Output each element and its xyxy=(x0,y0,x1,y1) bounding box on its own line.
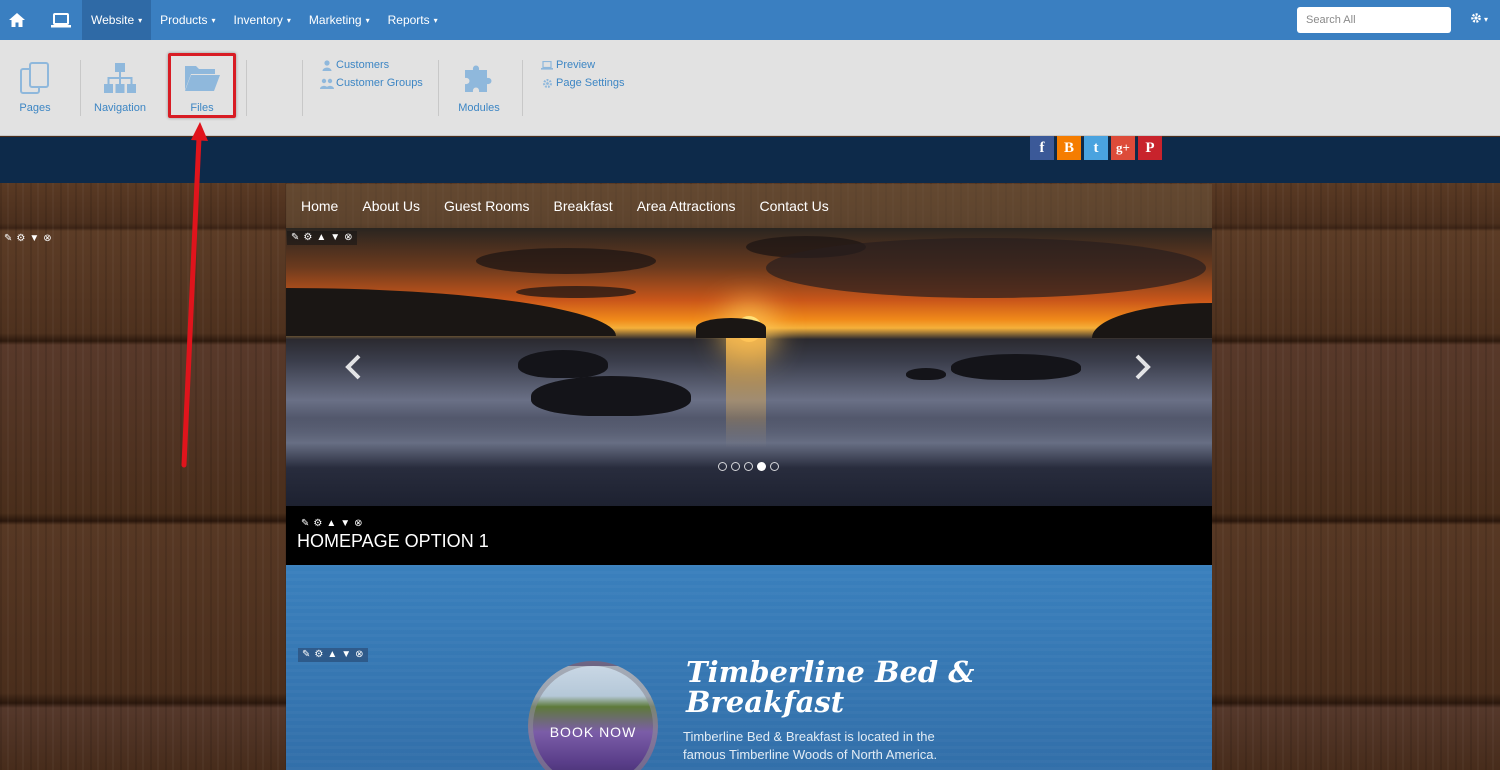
annotation-arrow xyxy=(181,122,208,468)
